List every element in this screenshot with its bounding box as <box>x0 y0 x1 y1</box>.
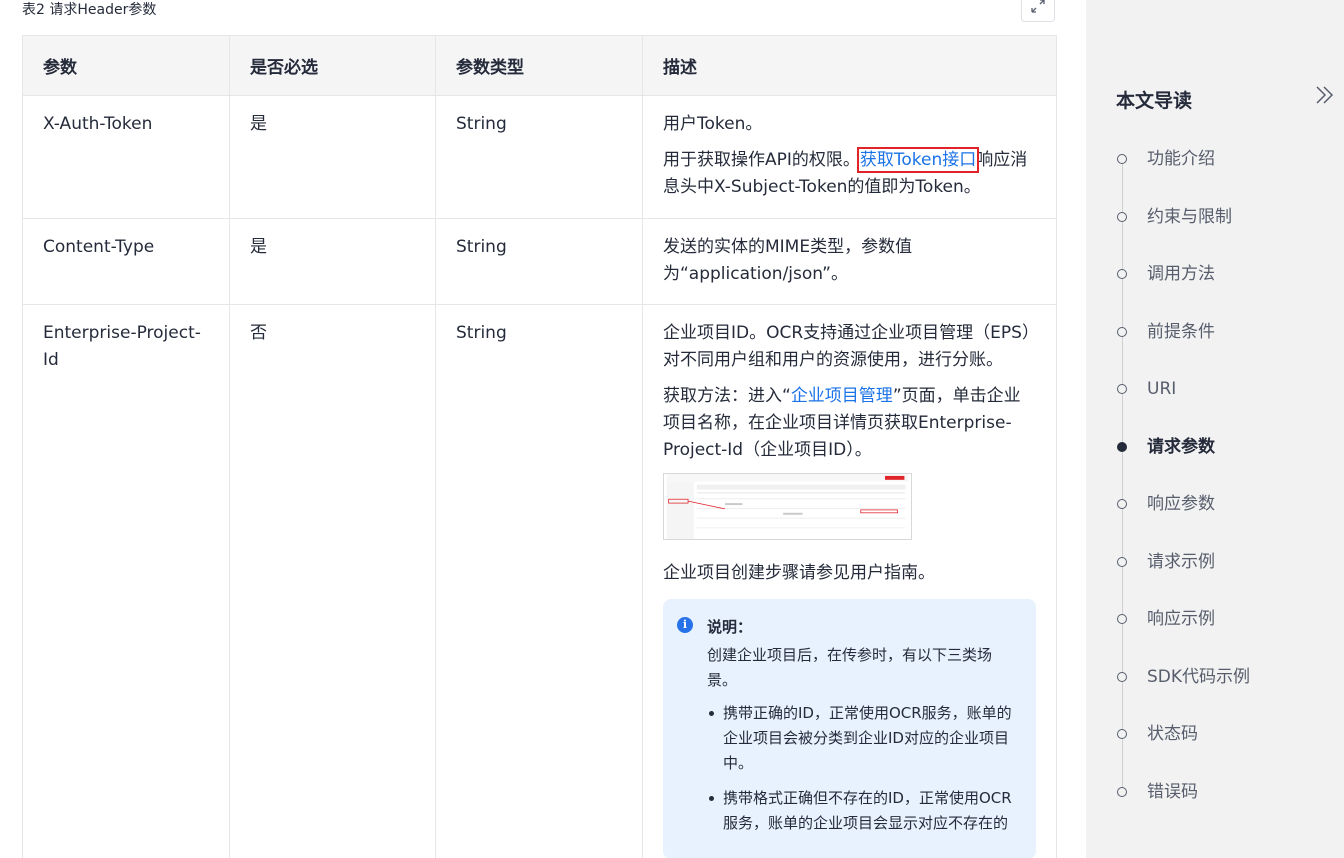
param-type: String <box>435 304 643 858</box>
param-desc: 企业项目ID。OCR支持通过企业项目管理（EPS）对不同用户组和用户的资源使用，… <box>642 304 1057 858</box>
toc-item-label: 响应参数 <box>1147 494 1215 514</box>
table-caption: 表2 请求Header参数 <box>22 2 157 18</box>
toc-item-response-example[interactable]: 响应示例 <box>1116 604 1250 662</box>
toc-dot <box>1117 269 1127 279</box>
toc-item-prerequisites[interactable]: 前提条件 <box>1116 317 1250 375</box>
main-content: 表2 请求Header参数 参数 是否必选 参数类型 描述 X-Auth-Tok… <box>0 0 1086 858</box>
toc-item-status-code[interactable]: 状态码 <box>1116 719 1250 777</box>
param-required: 否 <box>229 304 436 858</box>
toc-dot <box>1117 499 1127 509</box>
param-desc: 用户Token。 用于获取操作API的权限。获取Token接口响应消息头中X-S… <box>642 95 1057 219</box>
param-required: 是 <box>229 95 436 219</box>
note-box: i 说明： 创建企业项目后，在传参时，有以下三类场景。 携带正确的ID，正常使用… <box>663 599 1036 858</box>
col-header-type: 参数类型 <box>435 35 643 96</box>
table-row: X-Auth-Token 是 String 用户Token。 用于获取操作API… <box>22 95 1057 219</box>
toc-item-request-params[interactable]: 请求参数 <box>1116 432 1250 490</box>
toc-list: 功能介绍 约束与限制 调用方法 前提条件 URI 请求参数 响应参数 请求示例 … <box>1116 144 1250 834</box>
table-header-row: 参数 是否必选 参数类型 描述 <box>22 35 1057 96</box>
toc-dot <box>1117 786 1127 797</box>
toc-dot-active <box>1117 441 1127 452</box>
toc-item-label: 请求示例 <box>1147 551 1215 572</box>
col-header-param: 参数 <box>22 35 230 96</box>
col-header-required: 是否必选 <box>229 35 436 96</box>
toc-dot <box>1117 154 1127 164</box>
toc-dot <box>1117 614 1127 624</box>
toc-item-error-code[interactable]: 错误码 <box>1116 777 1250 835</box>
toc-item-uri[interactable]: URI <box>1116 374 1250 432</box>
expand-icon <box>1031 0 1045 13</box>
toc-item-label: 调用方法 <box>1147 264 1215 284</box>
col-header-desc: 描述 <box>642 35 1057 96</box>
info-icon: i <box>677 617 693 633</box>
toc-item-label: 错误码 <box>1147 781 1198 802</box>
toc-item-label: 响应示例 <box>1147 609 1215 629</box>
desc-text: 用于获取操作API的权限。获取Token接口响应消息头中X-Subject-To… <box>663 147 1036 201</box>
desc-text: 企业项目创建步骤请参见用户指南。 <box>663 563 935 583</box>
param-required: 是 <box>229 218 436 305</box>
list-item: 携带格式正确但不存在的ID，正常使用OCR服务，账单的企业项目会显示对应不存在的 <box>707 786 1016 836</box>
param-name: X-Auth-Token <box>22 95 230 219</box>
toc-item-label: 约束与限制 <box>1147 206 1232 227</box>
toc-item-call-method[interactable]: 调用方法 <box>1116 259 1250 317</box>
desc-text-before: 用于获取操作API的权限。 <box>663 150 860 170</box>
toc-item-label: SDK代码示例 <box>1147 666 1251 687</box>
toc-dot <box>1117 671 1127 682</box>
note-title: 说明： <box>707 618 753 636</box>
toc-dot <box>1117 384 1127 394</box>
eps-screenshot-thumbnail[interactable] <box>663 473 912 540</box>
sidebar-toc: 本文导读 功能介绍 约束与限制 调用方法 前提条件 URI 请求参数 响应参数 … <box>1086 0 1344 858</box>
desc-text: 用户Token。 <box>663 114 763 134</box>
toc-item-label: 前提条件 <box>1147 321 1215 342</box>
get-token-link[interactable]: 获取Token接口 <box>856 147 980 173</box>
param-type: String <box>435 95 643 219</box>
param-desc: 发送的实体的MIME类型，参数值为“application/json”。 <box>642 218 1057 305</box>
note-list: 携带正确的ID，正常使用OCR服务，账单的企业项目会被分类到企业ID对应的企业项… <box>707 701 1016 836</box>
sidebar-title: 本文导读 <box>1116 90 1193 112</box>
toc-item-request-example[interactable]: 请求示例 <box>1116 547 1250 605</box>
toc-item-label: 请求参数 <box>1147 436 1215 457</box>
toc-item-function-intro[interactable]: 功能介绍 <box>1116 144 1250 202</box>
desc-text: 获取方法：进入“企业项目管理”页面，单击企业项目名称，在企业项目详情页获取Ent… <box>663 383 1036 464</box>
expand-button[interactable] <box>1021 0 1055 22</box>
param-name: Enterprise-Project-Id <box>22 304 230 858</box>
table-row: Enterprise-Project-Id 否 String 企业项目ID。OC… <box>22 304 1057 858</box>
toc-item-label: URI <box>1147 379 1177 399</box>
toc-dot <box>1117 326 1127 337</box>
enterprise-project-link[interactable]: 企业项目管理 <box>791 386 893 406</box>
param-type: String <box>435 218 643 305</box>
toc-item-label: 状态码 <box>1147 724 1198 744</box>
desc-text: 发送的实体的MIME类型，参数值为“application/json”。 <box>663 237 913 284</box>
double-chevron-right-icon[interactable] <box>1314 84 1336 106</box>
toc-item-constraints[interactable]: 约束与限制 <box>1116 202 1250 260</box>
note-text: 创建企业项目后，在传参时，有以下三类场景。 <box>707 646 993 689</box>
param-name: Content-Type <box>22 218 230 305</box>
toc-dot <box>1117 211 1127 222</box>
toc-dot <box>1117 556 1127 567</box>
desc-text-before: 获取方法：进入“ <box>663 386 791 406</box>
toc-item-sdk-example[interactable]: SDK代码示例 <box>1116 662 1250 720</box>
toc-dot <box>1117 729 1127 739</box>
list-item: 携带正确的ID，正常使用OCR服务，账单的企业项目会被分类到企业ID对应的企业项… <box>707 701 1016 776</box>
toc-item-label: 功能介绍 <box>1147 149 1215 169</box>
desc-text: 企业项目ID。OCR支持通过企业项目管理（EPS）对不同用户组和用户的资源使用，… <box>663 323 1031 370</box>
header-params-table: 参数 是否必选 参数类型 描述 X-Auth-Token 是 String 用户… <box>22 35 1057 858</box>
table-row: Content-Type 是 String 发送的实体的MIME类型，参数值为“… <box>22 218 1057 305</box>
toc-item-response-params[interactable]: 响应参数 <box>1116 489 1250 547</box>
